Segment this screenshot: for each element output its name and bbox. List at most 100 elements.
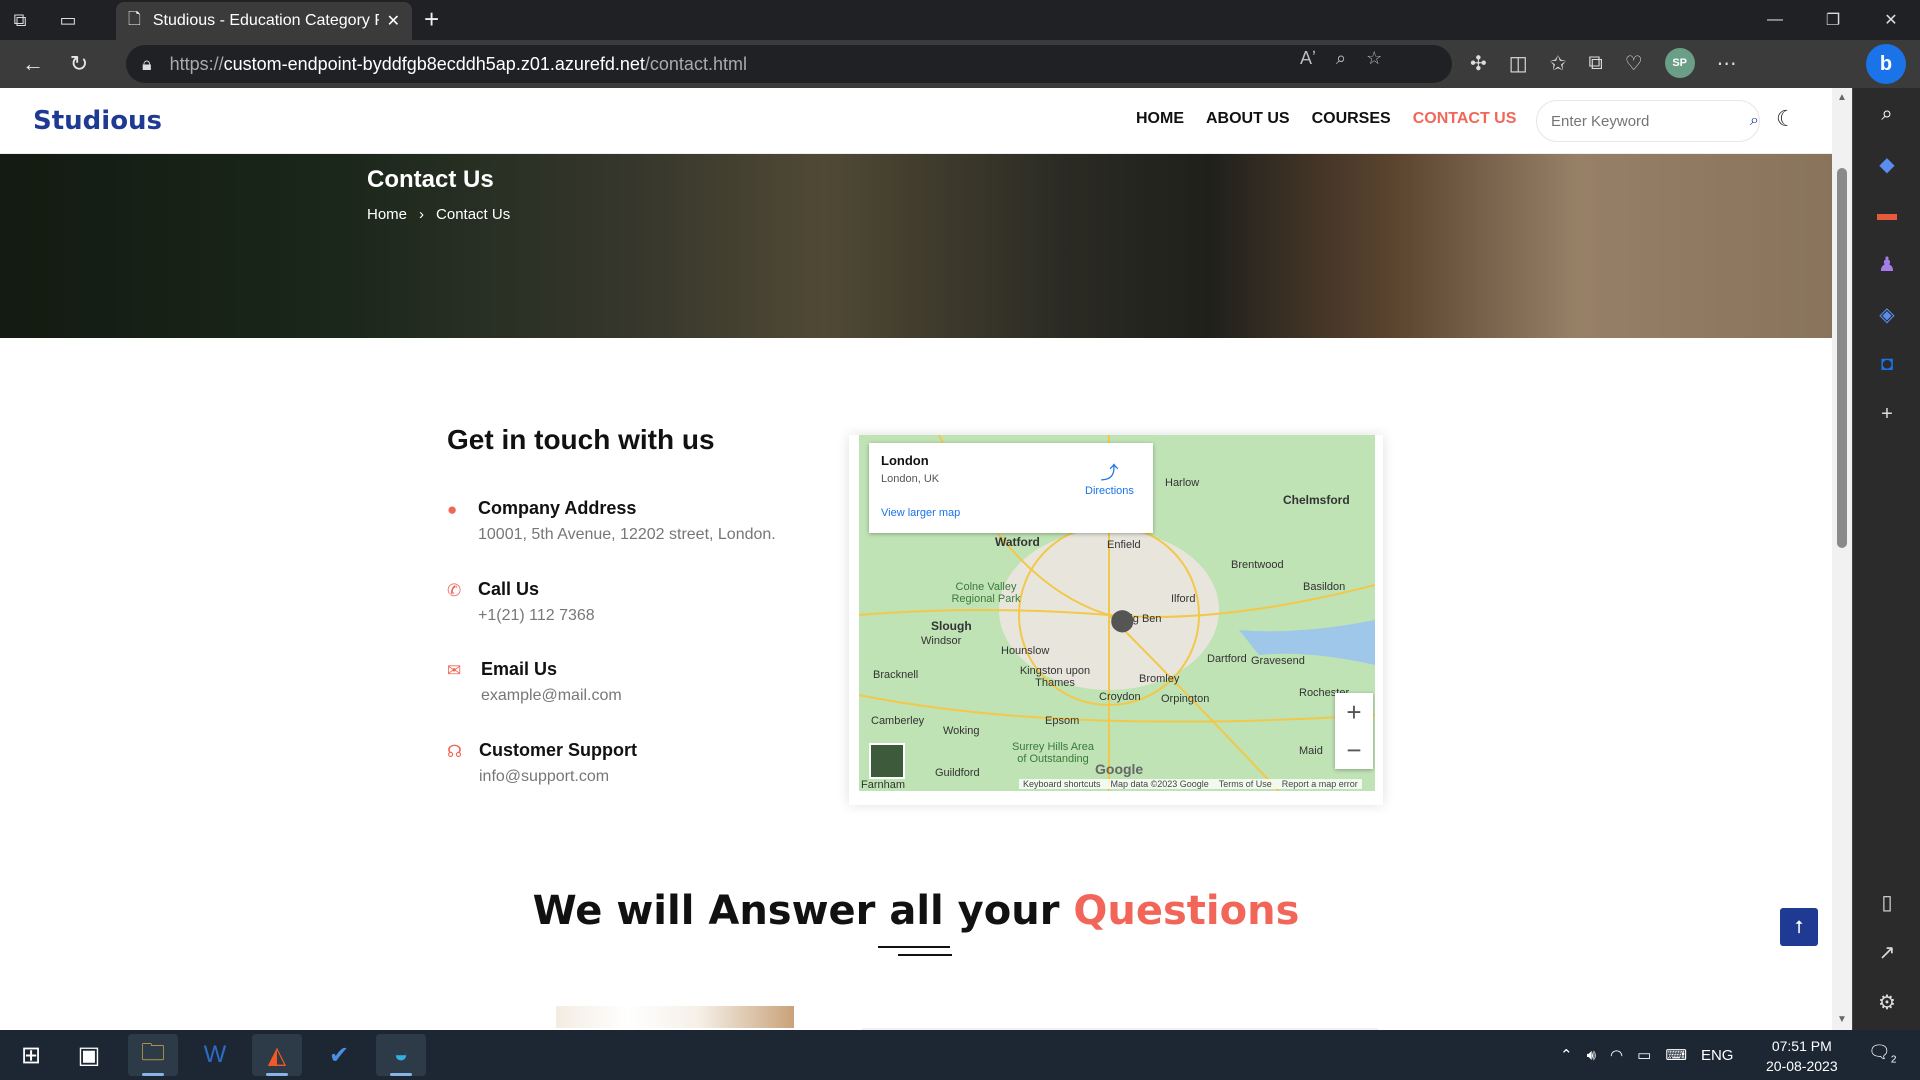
info-label: Call Us — [478, 579, 540, 599]
add-icon[interactable]: + — [1873, 400, 1901, 428]
map-label: Brentwood — [1231, 559, 1284, 571]
search-icon[interactable]: ⌕ — [1873, 100, 1901, 128]
browser-tab-bar: ⧉ ▭ 🗋 Studious - Education Category R ✕ … — [0, 0, 1920, 40]
minimize-icon[interactable]: — — [1746, 0, 1804, 40]
scroll-down-icon[interactable]: ▼ — [1837, 1014, 1847, 1025]
zoom-in-button[interactable]: + — [1335, 693, 1373, 731]
map-label: Camberley — [871, 715, 925, 727]
language-indicator[interactable]: ENG — [1701, 1047, 1734, 1064]
info-label: Customer Support — [479, 740, 638, 760]
tab-actions-icon[interactable]: ▭ — [48, 0, 88, 40]
clock-time: 07:51 PM — [1771, 1038, 1832, 1054]
games-icon[interactable]: ♟ — [1873, 250, 1901, 278]
back-icon[interactable]: ← — [10, 44, 56, 84]
profile-avatar[interactable]: SP — [1664, 48, 1695, 78]
directions-button[interactable]: ⤴ Directions — [1085, 459, 1134, 497]
globe-icon: ● — [447, 500, 458, 519]
bing-copilot-icon[interactable]: b — [1866, 44, 1906, 84]
edge-icon[interactable]: ◒ — [376, 1034, 426, 1076]
favorite-star-icon[interactable]: ☆ — [1366, 48, 1382, 69]
windows-taskbar: ⊞ ▣ 🗀 W ◭ ✔ ◒ ⌃ 🔊︎ ◠ ▭ ⌨ ENG 07:51 PM 20… — [0, 1030, 1920, 1080]
terms-link[interactable]: Terms of Use — [1219, 779, 1272, 789]
close-window-icon[interactable]: ✕ — [1862, 0, 1920, 40]
collections-icon[interactable]: ⧉ — [1588, 52, 1602, 75]
edge-sidebar: ⌕ ◆ ▬ ♟ ◈ ◘ + ▯ ↗ ⚙ — [1852, 88, 1920, 1030]
windows-start-icon[interactable]: ⊞ — [6, 1034, 56, 1076]
nav-about-us[interactable]: ABOUT US — [1206, 110, 1290, 128]
dark-mode-icon[interactable]: ☾ — [1776, 106, 1796, 132]
map-label: Farnham — [861, 779, 906, 791]
new-tab-icon[interactable]: + — [424, 4, 439, 35]
heading-divider — [878, 946, 950, 948]
read-aloud-icon[interactable]: Aʼ — [1300, 48, 1316, 69]
notification-icon[interactable]: 🗨︎2 — [1868, 1042, 1896, 1066]
search-input[interactable] — [1551, 112, 1750, 130]
map-label: Windsor — [921, 635, 962, 647]
wifi-icon[interactable]: ◠ — [1610, 1046, 1623, 1064]
close-tab-icon[interactable]: ✕ — [387, 11, 400, 31]
map-pin-icon[interactable]: ⬤ — [1110, 607, 1135, 633]
scroll-up-icon[interactable]: ▲ — [1837, 92, 1847, 103]
volume-icon[interactable]: 🔊︎ — [1587, 1047, 1596, 1064]
sidebar-toggle-icon[interactable]: ▯ — [1873, 888, 1901, 916]
scroll-thumb[interactable] — [1837, 168, 1847, 548]
map-label: Maid — [1299, 745, 1323, 757]
map-label: Hounslow — [1001, 645, 1050, 657]
todo-icon[interactable]: ✔ — [314, 1034, 364, 1076]
outlook-icon[interactable]: ◘ — [1873, 350, 1901, 378]
web-page: Studious HOME ABOUT US COURSES CONTACT U… — [0, 88, 1832, 1030]
map-label: Harlow — [1165, 477, 1200, 489]
restore-icon[interactable]: ❐ — [1804, 0, 1862, 40]
task-view-icon[interactable]: ▣ — [64, 1034, 114, 1076]
zoom-icon[interactable]: ⌕ — [1336, 48, 1346, 69]
envelope-icon: ✉ — [447, 661, 462, 680]
breadcrumb: Home › Contact Us — [367, 206, 510, 223]
chevron-right-icon: › — [419, 206, 425, 223]
map-label: Gravesend — [1251, 655, 1305, 667]
word-icon[interactable]: W — [190, 1034, 240, 1076]
nav-home[interactable]: HOME — [1136, 110, 1184, 128]
street-view-thumbnail[interactable] — [869, 743, 905, 779]
split-screen-icon[interactable]: ◫ — [1509, 51, 1528, 76]
nav-courses[interactable]: COURSES — [1312, 110, 1391, 128]
workspaces-icon[interactable]: ⧉ — [0, 0, 40, 40]
tools-icon[interactable]: ▬ — [1873, 200, 1901, 228]
breadcrumb-home[interactable]: Home — [367, 206, 407, 223]
more-icon[interactable]: ⋯ — [1717, 51, 1737, 76]
favorites-icon[interactable]: ✩ — [1550, 51, 1567, 76]
zoom-controls: + − — [1335, 693, 1373, 769]
page-scrollbar[interactable]: ▲ ▼ — [1832, 88, 1852, 1030]
shopping-tag-icon[interactable]: ◆ — [1873, 150, 1901, 178]
url-field[interactable]: 🔒︎ https://custom-endpoint-byddfgb8ecddh… — [126, 45, 1452, 83]
keyboard-icon[interactable]: ⌨ — [1665, 1046, 1687, 1064]
partial-image — [556, 1006, 794, 1028]
lock-icon[interactable]: 🔒︎ — [142, 54, 152, 75]
site-logo[interactable]: Studious — [33, 106, 162, 136]
battery-icon[interactable]: ▭ — [1637, 1046, 1651, 1064]
questions-prefix: We will Answer all your — [532, 888, 1060, 934]
refresh-icon[interactable]: ↻ — [56, 44, 102, 84]
view-larger-map-link[interactable]: View larger map — [881, 507, 960, 519]
brave-icon[interactable]: ◭ — [252, 1034, 302, 1076]
heading-divider — [898, 954, 952, 956]
map-label: Enfield — [1107, 539, 1141, 551]
notification-count: 2 — [1890, 1054, 1897, 1066]
keyboard-shortcuts-link[interactable]: Keyboard shortcuts — [1023, 779, 1101, 789]
map-canvas[interactable]: Watford Enfield Harlow Chelmsford Brentw… — [859, 435, 1375, 791]
file-explorer-icon[interactable]: 🗀 — [128, 1034, 178, 1076]
map-label: Woking — [943, 725, 980, 737]
health-icon[interactable]: ♡ — [1625, 51, 1643, 76]
report-error-link[interactable]: Report a map error — [1282, 779, 1358, 789]
settings-gear-icon[interactable]: ⚙ — [1873, 988, 1901, 1016]
back-to-top-button[interactable]: ⭡ — [1780, 908, 1818, 946]
extensions-icon[interactable]: ✣ — [1470, 51, 1487, 76]
chevron-up-icon[interactable]: ⌃ — [1560, 1046, 1573, 1064]
clock[interactable]: 07:51 PM 20-08-2023 — [1766, 1036, 1838, 1076]
zoom-out-button[interactable]: − — [1335, 731, 1373, 769]
browser-tab-active[interactable]: 🗋 Studious - Education Category R ✕ — [116, 2, 412, 40]
open-external-icon[interactable]: ↗ — [1873, 938, 1901, 966]
search-icon[interactable]: ⌕ — [1750, 112, 1759, 130]
phone-icon: ✆ — [447, 581, 462, 600]
nav-contact-us[interactable]: CONTACT US — [1413, 110, 1517, 128]
microsoft-365-icon[interactable]: ◈ — [1873, 300, 1901, 328]
